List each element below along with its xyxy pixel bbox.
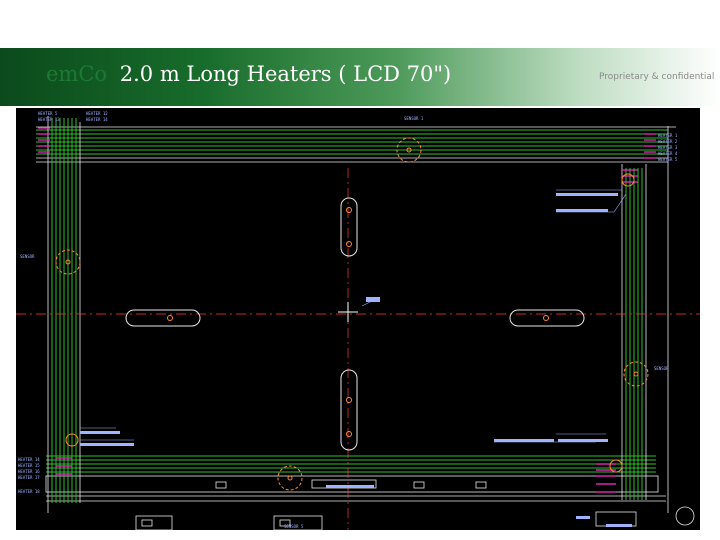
- heater-label-top-2: HEATER 12: [86, 111, 108, 116]
- right-heater-band: [625, 168, 643, 500]
- bottom-heater-band: [46, 455, 656, 473]
- heater-right-5: HEATER 5: [658, 157, 678, 162]
- dimension-text-blocks: [80, 193, 632, 527]
- sensor-right-circle: [623, 361, 649, 387]
- heater-left-5: HEATER 18: [18, 489, 40, 494]
- top-heater-band: [36, 129, 668, 155]
- heater-label-top-3: HEATER 13: [38, 117, 60, 122]
- cad-drawing-svg: HEATER 5 HEATER 12 HEATER 13 HEATER 14 S…: [16, 111, 700, 530]
- heater-label-top-4: HEATER 14: [86, 117, 108, 122]
- bottom-outline-shapes: [135, 479, 695, 530]
- left-heater-band: [51, 118, 77, 503]
- slide-title-text: 2.0 m Long Heaters ( LCD 70"): [119, 62, 452, 86]
- slot-top: [340, 197, 358, 257]
- heater-right-4: HEATER 4: [658, 151, 678, 156]
- heater-left-2: HEATER 15: [18, 463, 40, 468]
- heater-right-1: HEATER 1: [658, 133, 678, 138]
- heater-right-3: HEATER 3: [658, 145, 678, 150]
- brand-name: emCo: [46, 62, 108, 86]
- slot-left: [125, 309, 201, 327]
- confidential-note: Proprietary & confidential: [599, 72, 715, 82]
- heater-right-2: HEATER 2: [658, 139, 678, 144]
- sensor-bottom-circle: [277, 465, 303, 491]
- cad-drawing: HEATER 5 HEATER 12 HEATER 13 HEATER 14 S…: [16, 108, 700, 530]
- sensor-right-label: SENSOR: [654, 366, 669, 371]
- heater-left-3: HEATER 16: [18, 469, 40, 474]
- slot-bottom: [340, 369, 358, 451]
- top-frame-lines: [36, 126, 676, 163]
- slot-right: [509, 309, 585, 327]
- right-frame-lines: [621, 126, 669, 513]
- heater-left-1: HEATER 14: [18, 457, 40, 462]
- sensor-bottom-label: SENSOR 5: [284, 524, 304, 529]
- heater-left-4: HEATER 17: [18, 475, 40, 480]
- sensor-top-label: SENSOR 1: [404, 116, 424, 121]
- corner-circles: [65, 173, 635, 473]
- slide-title: emCo 2.0 m Long Heaters ( LCD 70"): [46, 62, 451, 86]
- heater-label-top-1: HEATER 5: [38, 111, 58, 116]
- sensor-left-label: SENSOR: [20, 254, 35, 259]
- centre-mark: [338, 302, 358, 322]
